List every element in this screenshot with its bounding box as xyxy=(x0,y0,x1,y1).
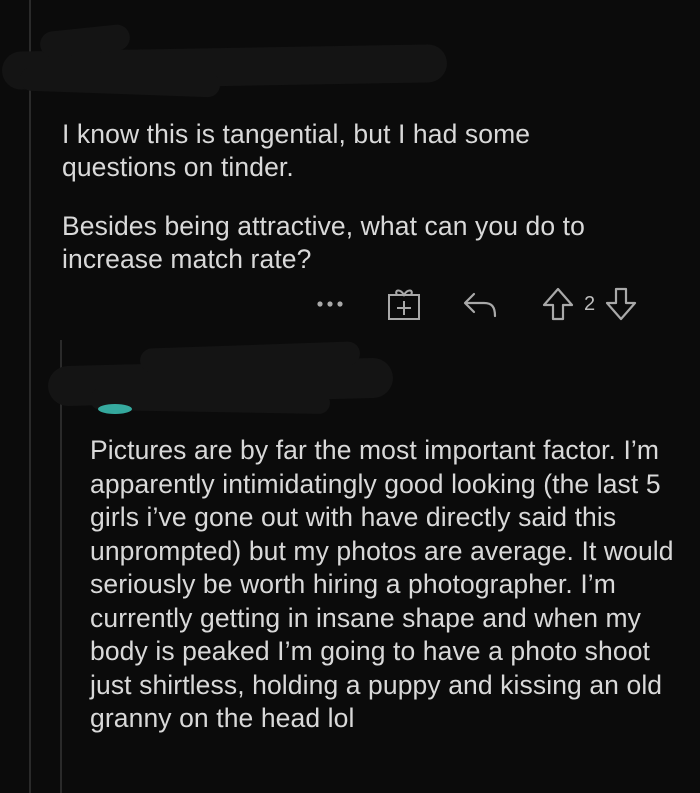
reply-icon[interactable] xyxy=(460,284,500,324)
comment-1-paragraph: Besides being attractive, what can you d… xyxy=(62,211,585,274)
comment-1-paragraph: I know this is tangential, but I had som… xyxy=(62,119,531,182)
avatar xyxy=(98,404,132,414)
thread-line-inner xyxy=(60,340,62,793)
more-dots-icon[interactable] xyxy=(310,284,350,324)
vote-count: 2 xyxy=(584,292,596,315)
comment-1-body: I know this is tangential, but I had som… xyxy=(62,118,682,276)
comment-2-body: Pictures are by far the most important f… xyxy=(90,434,675,736)
comment-2-text: Pictures are by far the most important f… xyxy=(90,435,674,733)
downvote-arrow-icon[interactable] xyxy=(601,284,641,324)
comment-action-bar: 2 xyxy=(310,284,641,324)
award-gift-icon[interactable] xyxy=(384,284,424,324)
upvote-arrow-icon[interactable] xyxy=(538,284,578,324)
thread-line-outer xyxy=(29,0,31,793)
